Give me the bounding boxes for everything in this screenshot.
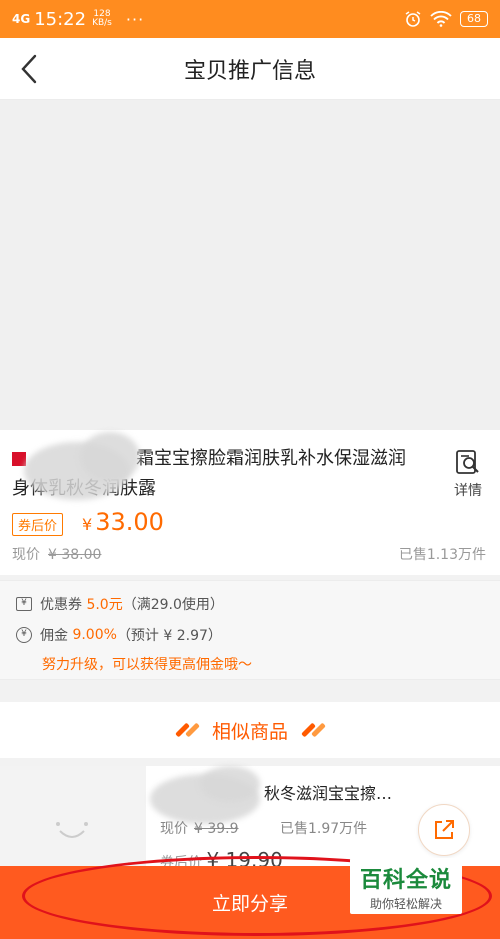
- product-info-card: 霜宝宝擦脸霜润肤乳补水保湿滋润身体乳秋冬润肤露 详情 券后价 ¥33.00 现价…: [0, 430, 500, 575]
- coupon-price: ¥33.00: [82, 508, 164, 536]
- coupon-row: ¥ 优惠券 5.0元 （满29.0使用）: [16, 594, 224, 614]
- current-price-label: 现价: [12, 547, 40, 563]
- coupon-label: 优惠券: [40, 597, 82, 613]
- net-speed-unit: KB/s: [92, 18, 112, 28]
- search-document-icon: [456, 450, 479, 474]
- coupon-icon: ¥: [16, 597, 32, 611]
- similar-product-title: 秋冬滋润宝宝擦…: [264, 784, 393, 803]
- similar-products-title: 相似商品: [211, 720, 288, 743]
- similar-product-sold: 已售1.97万件: [280, 821, 368, 837]
- watermark-subtitle: 助你轻松解决: [369, 897, 442, 911]
- page-title: 宝贝推广信息: [183, 58, 316, 84]
- status-bar: 4G 15:22 128 KB/s ··· 68: [0, 0, 500, 38]
- benefits-panel: ¥ 优惠券 5.0元 （满29.0使用） ¥ 佣金 9.00% （预计 ¥ 2.97…: [0, 580, 500, 680]
- chevron-left-icon: [21, 54, 37, 84]
- similar-original-value: ¥ 39.9: [194, 821, 239, 837]
- coupon-value: 5.0元: [86, 597, 123, 613]
- net-speed: 128 KB/s: [92, 10, 112, 28]
- alarm-icon: [405, 11, 421, 27]
- currency-symbol: ¥: [82, 515, 93, 534]
- similar-current-label: 现价: [160, 821, 188, 837]
- yen-circle-icon: ¥: [16, 627, 32, 643]
- app-header: 宝贝推广信息: [0, 38, 500, 100]
- back-button[interactable]: [14, 52, 44, 86]
- original-price: 现价 ¥ 38.00: [12, 544, 101, 564]
- similar-product-thumbnail: [0, 766, 146, 866]
- watermark-title: 百科全说: [359, 868, 452, 893]
- sold-count: 已售1.13万件: [398, 547, 486, 563]
- status-time: 15:22: [34, 8, 87, 30]
- detail-button[interactable]: 详情: [448, 448, 488, 500]
- similar-product-original-price: 现价 ¥ 39.9: [160, 818, 239, 838]
- commission-row: ¥ 佣金 9.00% （预计 ¥ 2.97）: [16, 625, 222, 645]
- decoration-icon: [174, 722, 200, 738]
- watermark-logo: 百科全说 助你轻松解决: [350, 858, 462, 914]
- product-image[interactable]: [0, 100, 500, 430]
- tmall-badge-icon: [12, 452, 26, 466]
- signal-indicator: 4G: [12, 12, 31, 26]
- share-icon: [435, 820, 454, 839]
- share-float-button[interactable]: [418, 804, 470, 856]
- decoration-icon: [300, 722, 326, 738]
- battery-indicator: 68: [460, 11, 488, 27]
- wifi-icon: [430, 11, 452, 27]
- coupon-condition: （满29.0使用）: [122, 597, 224, 613]
- commission-label: 佣金: [40, 628, 68, 644]
- upgrade-hint[interactable]: 努力升级，可以获得更高佣金哦～: [42, 654, 252, 674]
- commission-estimate: （预计 ¥ 2.97）: [116, 628, 222, 644]
- more-notifications-icon: ···: [125, 9, 145, 29]
- blurred-overlay: [200, 766, 260, 802]
- coupon-price-tag: 券后价: [12, 513, 64, 536]
- commission-rate: 9.00%: [72, 627, 117, 643]
- share-now-label: 立即分享: [211, 893, 288, 915]
- blurred-overlay: [80, 432, 140, 482]
- detail-label: 详情: [454, 483, 482, 499]
- similar-products-header: 相似商品: [0, 702, 500, 758]
- placeholder-smile-icon: [56, 822, 88, 838]
- coupon-price-value: 33.00: [95, 508, 164, 536]
- status-right: 68: [404, 10, 488, 28]
- original-price-value: ¥ 38.00: [48, 547, 102, 563]
